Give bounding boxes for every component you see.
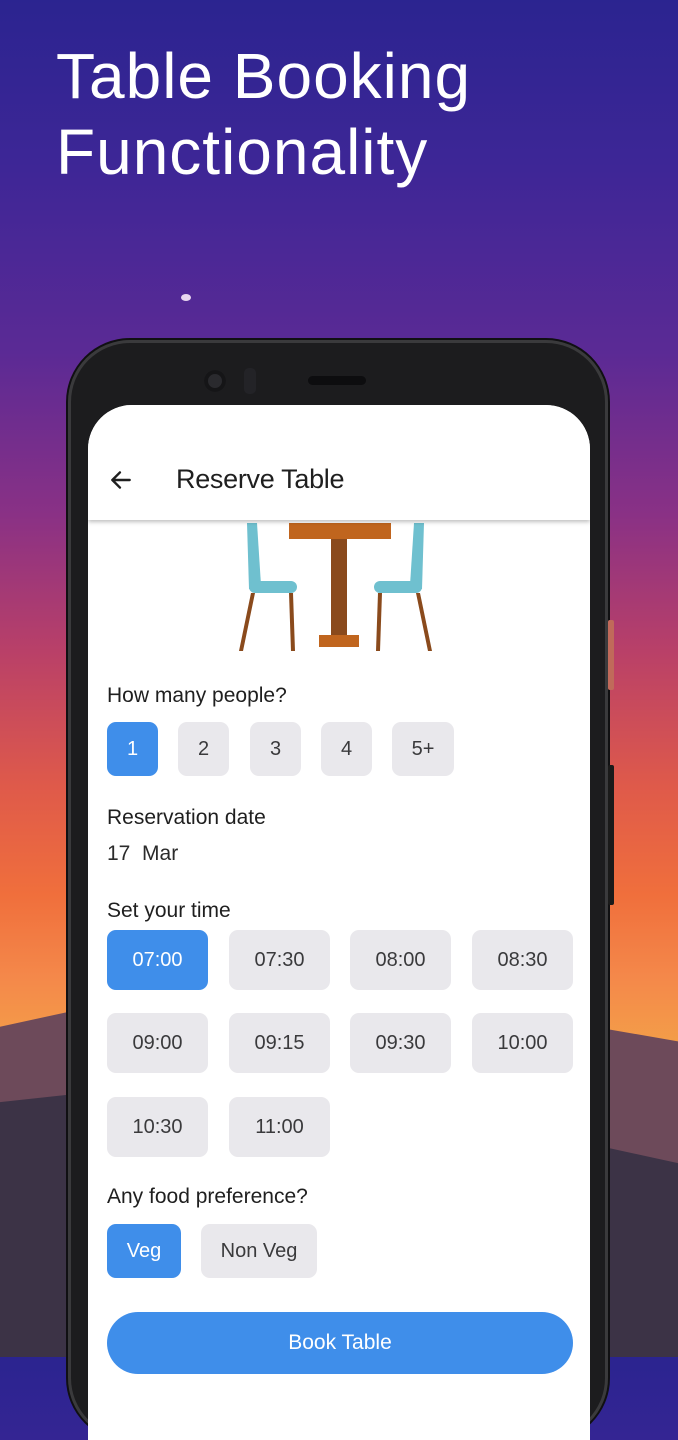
time-option[interactable]: 09:15 — [229, 1013, 330, 1073]
people-option-3[interactable]: 3 — [250, 722, 301, 776]
right-chair-seat — [374, 581, 422, 593]
right-chair-back — [410, 523, 424, 589]
sensor — [244, 368, 256, 394]
table-base — [319, 635, 359, 647]
front-camera — [204, 370, 226, 392]
promo-headline-line2: Functionality — [56, 116, 429, 188]
promo-headline-line1: Table Booking — [56, 40, 472, 112]
right-chair-leg — [416, 593, 432, 651]
time-option[interactable]: 10:00 — [472, 1013, 573, 1073]
left-chair-back — [247, 523, 261, 589]
time-label: Set your time — [107, 899, 231, 922]
reservation-date-value[interactable]: 17 Mar — [107, 842, 178, 866]
time-option[interactable]: 09:00 — [107, 1013, 208, 1073]
left-chair-seat — [249, 581, 297, 593]
time-option[interactable]: 09:30 — [350, 1013, 451, 1073]
food-option-veg[interactable]: Veg — [107, 1224, 181, 1278]
left-chair-leg — [289, 593, 295, 651]
reservation-date-label: Reservation date — [107, 806, 266, 829]
table-stem — [331, 539, 347, 639]
arrow-left-icon[interactable] — [108, 467, 134, 493]
people-option-5plus[interactable]: 5+ — [392, 722, 454, 776]
time-option[interactable]: 08:30 — [472, 930, 573, 990]
time-option[interactable]: 07:00 — [107, 930, 208, 990]
people-option-4[interactable]: 4 — [321, 722, 372, 776]
food-option-non-veg[interactable]: Non Veg — [201, 1224, 317, 1278]
time-option[interactable]: 10:30 — [107, 1097, 208, 1157]
earpiece-speaker — [308, 376, 366, 385]
table-top — [289, 523, 391, 539]
app-screen: Reserve Table How many people? 1 2 3 4 5… — [88, 405, 590, 1440]
page-title: Reserve Table — [176, 464, 345, 494]
people-option-1[interactable]: 1 — [107, 722, 158, 776]
phone-frame: Reserve Table How many people? 1 2 3 4 5… — [68, 340, 614, 1440]
food-preference-label: Any food preference? — [107, 1185, 308, 1208]
app-bar: Reserve Table — [88, 405, 590, 520]
phone-power-button — [608, 620, 614, 690]
people-label: How many people? — [107, 684, 287, 707]
phone-volume-button — [608, 765, 614, 905]
book-table-button[interactable]: Book Table — [107, 1312, 573, 1374]
left-chair-leg — [239, 593, 255, 651]
star-dot — [181, 294, 191, 301]
time-option[interactable]: 08:00 — [350, 930, 451, 990]
promo-headline: Table Booking Functionality — [56, 38, 616, 190]
time-option[interactable]: 07:30 — [229, 930, 330, 990]
table-and-chairs-illustration — [239, 523, 432, 651]
right-chair-leg — [376, 593, 382, 651]
people-option-2[interactable]: 2 — [178, 722, 229, 776]
time-option[interactable]: 11:00 — [229, 1097, 330, 1157]
